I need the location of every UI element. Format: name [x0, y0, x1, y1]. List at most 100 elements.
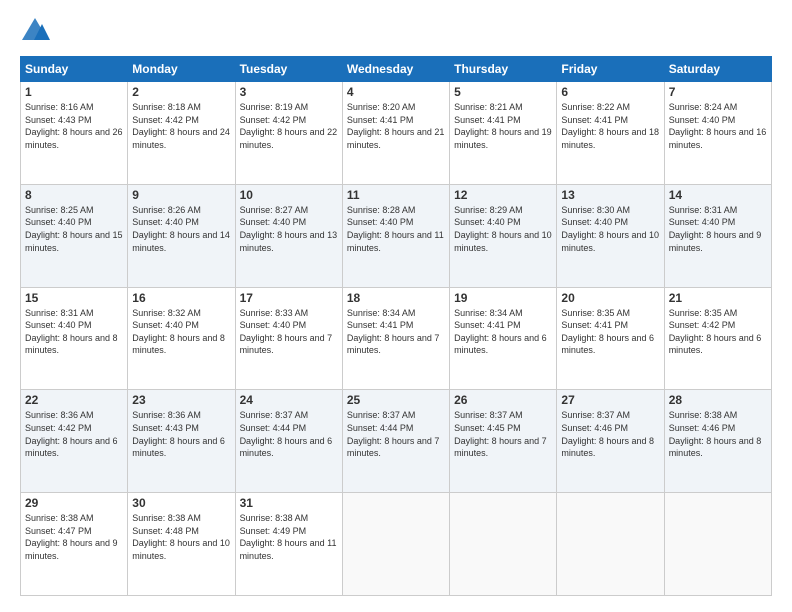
cell-text: Sunrise: 8:34 AMSunset: 4:41 PMDaylight:… [347, 308, 440, 356]
page: SundayMondayTuesdayWednesdayThursdayFrid… [0, 0, 792, 612]
cell-text: Sunrise: 8:24 AMSunset: 4:40 PMDaylight:… [669, 102, 767, 150]
day-number: 11 [347, 188, 445, 202]
calendar-cell: 9Sunrise: 8:26 AMSunset: 4:40 PMDaylight… [128, 184, 235, 287]
calendar-cell: 23 Sunrise: 8:36 AMSunset: 4:43 PMDayligh… [128, 390, 235, 493]
calendar-cell: 18Sunrise: 8:34 AMSunset: 4:41 PMDayligh… [342, 287, 449, 390]
cell-text: Sunrise: 8:36 AMSunset: 4:42 PMDaylight:… [25, 410, 118, 458]
cell-text: Sunrise: 8:35 AMSunset: 4:42 PMDaylight:… [669, 308, 762, 356]
calendar-cell: 31Sunrise: 8:38 AMSunset: 4:49 PMDayligh… [235, 493, 342, 596]
calendar-cell: 28Sunrise: 8:38 AMSunset: 4:46 PMDayligh… [664, 390, 771, 493]
calendar-header: SundayMondayTuesdayWednesdayThursdayFrid… [21, 57, 772, 82]
cell-text: Sunrise: 8:31 AMSunset: 4:40 PMDaylight:… [25, 308, 118, 356]
cell-text: Sunrise: 8:29 AMSunset: 4:40 PMDaylight:… [454, 205, 552, 253]
cell-text: Sunrise: 8:38 AMSunset: 4:47 PMDaylight:… [25, 513, 118, 561]
day-number: 4 [347, 85, 445, 99]
day-number: 10 [240, 188, 338, 202]
calendar-week-row: 15 Sunrise: 8:31 AMSunset: 4:40 PMDayligh… [21, 287, 772, 390]
calendar: SundayMondayTuesdayWednesdayThursdayFrid… [20, 56, 772, 596]
cell-text: Sunrise: 8:37 AMSunset: 4:45 PMDaylight:… [454, 410, 547, 458]
day-number: 29 [25, 496, 123, 510]
calendar-week-row: 8 Sunrise: 8:25 AMSunset: 4:40 PMDaylight… [21, 184, 772, 287]
calendar-cell: 1 Sunrise: 8:16 AMSunset: 4:43 PMDaylight… [21, 82, 128, 185]
cell-text: Sunrise: 8:37 AMSunset: 4:44 PMDaylight:… [240, 410, 333, 458]
day-number: 24 [240, 393, 338, 407]
day-number: 17 [240, 291, 338, 305]
cell-text: Sunrise: 8:19 AMSunset: 4:42 PMDaylight:… [240, 102, 338, 150]
day-number: 3 [240, 85, 338, 99]
cell-text: Sunrise: 8:26 AMSunset: 4:40 PMDaylight:… [132, 205, 230, 253]
day-number: 2 [132, 85, 230, 99]
day-number: 7 [669, 85, 767, 99]
cell-text: Sunrise: 8:36 AMSunset: 4:43 PMDaylight:… [132, 410, 225, 458]
weekday-header: Friday [557, 57, 664, 82]
calendar-cell: 13 Sunrise: 8:30 AMSunset: 4:40 PMDayligh… [557, 184, 664, 287]
calendar-cell: 6 Sunrise: 8:22 AMSunset: 4:41 PMDaylight… [557, 82, 664, 185]
cell-text: Sunrise: 8:22 AMSunset: 4:41 PMDaylight:… [561, 102, 659, 150]
day-number: 13 [561, 188, 659, 202]
day-number: 1 [25, 85, 123, 99]
cell-text: Sunrise: 8:37 AMSunset: 4:44 PMDaylight:… [347, 410, 440, 458]
day-number: 28 [669, 393, 767, 407]
calendar-cell: 7 Sunrise: 8:24 AMSunset: 4:40 PMDaylight… [664, 82, 771, 185]
calendar-cell: 25 Sunrise: 8:37 AMSunset: 4:44 PMDayligh… [342, 390, 449, 493]
weekday-header: Tuesday [235, 57, 342, 82]
day-number: 23 [132, 393, 230, 407]
calendar-cell: 30Sunrise: 8:38 AMSunset: 4:48 PMDayligh… [128, 493, 235, 596]
calendar-cell: 12 Sunrise: 8:29 AMSunset: 4:40 PMDayligh… [450, 184, 557, 287]
cell-text: Sunrise: 8:38 AMSunset: 4:49 PMDaylight:… [240, 513, 337, 561]
cell-text: Sunrise: 8:32 AMSunset: 4:40 PMDaylight:… [132, 308, 225, 356]
day-number: 21 [669, 291, 767, 305]
calendar-cell: 14Sunrise: 8:31 AMSunset: 4:40 PMDayligh… [664, 184, 771, 287]
calendar-body: 1 Sunrise: 8:16 AMSunset: 4:43 PMDaylight… [21, 82, 772, 596]
cell-text: Sunrise: 8:18 AMSunset: 4:42 PMDaylight:… [132, 102, 230, 150]
day-number: 5 [454, 85, 552, 99]
weekday-header: Wednesday [342, 57, 449, 82]
calendar-week-row: 1 Sunrise: 8:16 AMSunset: 4:43 PMDaylight… [21, 82, 772, 185]
cell-text: Sunrise: 8:16 AMSunset: 4:43 PMDaylight:… [25, 102, 123, 150]
calendar-cell: 17 Sunrise: 8:33 AMSunset: 4:40 PMDayligh… [235, 287, 342, 390]
calendar-cell: 3 Sunrise: 8:19 AMSunset: 4:42 PMDaylight… [235, 82, 342, 185]
day-number: 30 [132, 496, 230, 510]
cell-text: Sunrise: 8:25 AMSunset: 4:40 PMDaylight:… [25, 205, 123, 253]
weekday-header: Sunday [21, 57, 128, 82]
calendar-cell: 10Sunrise: 8:27 AMSunset: 4:40 PMDayligh… [235, 184, 342, 287]
day-number: 6 [561, 85, 659, 99]
cell-text: Sunrise: 8:37 AMSunset: 4:46 PMDaylight:… [561, 410, 654, 458]
calendar-cell: 26 Sunrise: 8:37 AMSunset: 4:45 PMDayligh… [450, 390, 557, 493]
calendar-cell: 8 Sunrise: 8:25 AMSunset: 4:40 PMDaylight… [21, 184, 128, 287]
day-number: 14 [669, 188, 767, 202]
header [20, 16, 772, 46]
cell-text: Sunrise: 8:28 AMSunset: 4:40 PMDaylight:… [347, 205, 444, 253]
calendar-cell: 27 Sunrise: 8:37 AMSunset: 4:46 PMDayligh… [557, 390, 664, 493]
weekday-header: Monday [128, 57, 235, 82]
cell-text: Sunrise: 8:35 AMSunset: 4:41 PMDaylight:… [561, 308, 654, 356]
calendar-cell: 20 Sunrise: 8:35 AMSunset: 4:41 PMDayligh… [557, 287, 664, 390]
day-number: 27 [561, 393, 659, 407]
calendar-cell: 19 Sunrise: 8:34 AMSunset: 4:41 PMDayligh… [450, 287, 557, 390]
calendar-cell [664, 493, 771, 596]
weekday-header: Saturday [664, 57, 771, 82]
day-number: 12 [454, 188, 552, 202]
day-number: 25 [347, 393, 445, 407]
day-number: 19 [454, 291, 552, 305]
calendar-cell: 29 Sunrise: 8:38 AMSunset: 4:47 PMDayligh… [21, 493, 128, 596]
calendar-cell: 11 Sunrise: 8:28 AMSunset: 4:40 PMDayligh… [342, 184, 449, 287]
calendar-cell: 2 Sunrise: 8:18 AMSunset: 4:42 PMDaylight… [128, 82, 235, 185]
day-number: 16 [132, 291, 230, 305]
day-number: 15 [25, 291, 123, 305]
day-number: 26 [454, 393, 552, 407]
calendar-cell: 24 Sunrise: 8:37 AMSunset: 4:44 PMDayligh… [235, 390, 342, 493]
calendar-week-row: 22 Sunrise: 8:36 AMSunset: 4:42 PMDayligh… [21, 390, 772, 493]
cell-text: Sunrise: 8:33 AMSunset: 4:40 PMDaylight:… [240, 308, 333, 356]
day-number: 22 [25, 393, 123, 407]
day-number: 20 [561, 291, 659, 305]
calendar-cell: 15 Sunrise: 8:31 AMSunset: 4:40 PMDayligh… [21, 287, 128, 390]
logo [20, 16, 54, 46]
calendar-week-row: 29 Sunrise: 8:38 AMSunset: 4:47 PMDayligh… [21, 493, 772, 596]
weekday-row: SundayMondayTuesdayWednesdayThursdayFrid… [21, 57, 772, 82]
day-number: 8 [25, 188, 123, 202]
calendar-cell: 16 Sunrise: 8:32 AMSunset: 4:40 PMDayligh… [128, 287, 235, 390]
weekday-header: Thursday [450, 57, 557, 82]
cell-text: Sunrise: 8:30 AMSunset: 4:40 PMDaylight:… [561, 205, 659, 253]
cell-text: Sunrise: 8:34 AMSunset: 4:41 PMDaylight:… [454, 308, 547, 356]
